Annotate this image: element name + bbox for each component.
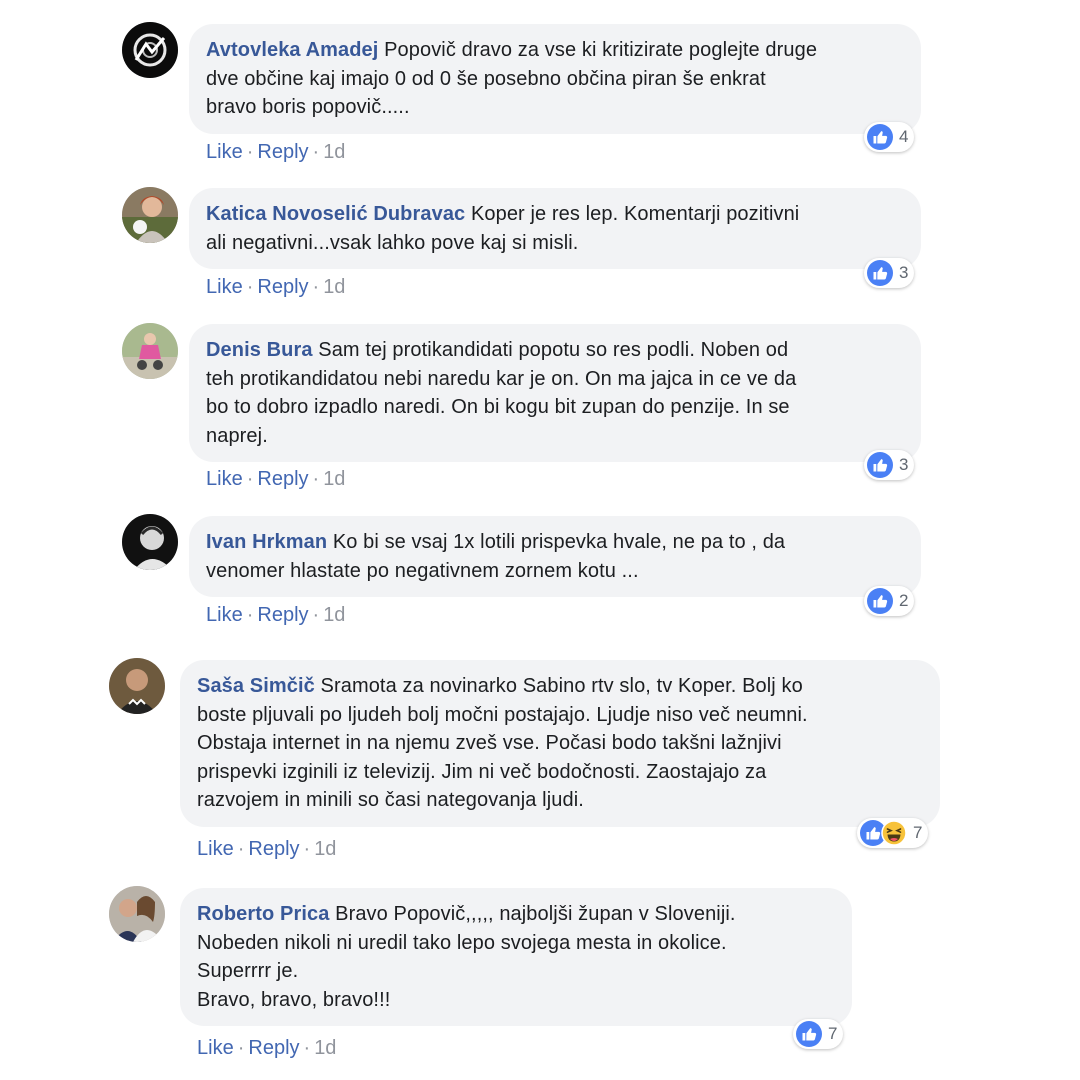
comment-bubble: Avtovleka Amadej Popovič dravo za vse ki… (189, 24, 921, 134)
separator: · (246, 604, 254, 626)
separator: · (312, 276, 320, 298)
comment-bubble: Roberto Prica Bravo Popovič,,,,, najbolj… (180, 888, 852, 1026)
reply-link[interactable]: Reply (257, 604, 308, 626)
timestamp[interactable]: 1d (323, 468, 345, 490)
timestamp[interactable]: 1d (323, 604, 345, 626)
reply-link[interactable]: Reply (257, 141, 308, 163)
avatar[interactable] (122, 323, 178, 379)
separator: · (303, 1037, 311, 1059)
reply-link[interactable]: Reply (257, 276, 308, 298)
like-link[interactable]: Like (206, 276, 243, 298)
comment-author[interactable]: Saša Simčič (197, 675, 315, 697)
avatar[interactable] (122, 22, 178, 78)
separator: · (246, 141, 254, 163)
comment-actions: Like · Reply · 1d (206, 468, 345, 491)
haha-icon (881, 820, 907, 846)
avatar[interactable] (109, 658, 165, 714)
reaction-count: 3 (899, 455, 909, 474)
timestamp[interactable]: 1d (314, 838, 336, 860)
reaction-summary[interactable]: 2 (864, 586, 915, 616)
reaction-count: 3 (899, 263, 909, 282)
avatar-image (122, 187, 178, 243)
comment-bubble: Denis Bura Sam tej protikandidati popotu… (189, 324, 921, 462)
comment-actions: Like · Reply · 1d (206, 276, 345, 299)
separator: · (246, 276, 254, 298)
separator: · (312, 468, 320, 490)
like-link[interactable]: Like (206, 468, 243, 490)
separator: · (312, 141, 320, 163)
comment-actions: Like · Reply · 1d (206, 604, 345, 627)
separator: · (237, 1037, 245, 1059)
comment-actions: Like · Reply · 1d (197, 838, 336, 861)
like-icon (796, 1021, 822, 1047)
avatar[interactable] (122, 514, 178, 570)
comment-author[interactable]: Avtovleka Amadej (206, 39, 378, 61)
like-icon (867, 124, 893, 150)
comment-author[interactable]: Ivan Hrkman (206, 531, 327, 553)
like-icon (867, 452, 893, 478)
avatar-image (122, 323, 178, 379)
separator: · (312, 604, 320, 626)
reaction-count: 4 (899, 127, 909, 146)
avatar-image (109, 658, 165, 714)
reaction-summary[interactable]: 7 (793, 1019, 844, 1049)
reaction-summary[interactable]: 4 (864, 122, 915, 152)
timestamp[interactable]: 1d (323, 141, 345, 163)
avatar[interactable] (109, 886, 165, 942)
timestamp[interactable]: 1d (314, 1037, 336, 1059)
like-link[interactable]: Like (197, 1037, 234, 1059)
timestamp[interactable]: 1d (323, 276, 345, 298)
avatar-image (122, 514, 178, 570)
reaction-summary[interactable]: 3 (864, 450, 915, 480)
comment-actions: Like · Reply · 1d (197, 1037, 336, 1060)
reaction-count: 2 (899, 591, 909, 610)
reply-link[interactable]: Reply (248, 838, 299, 860)
reply-link[interactable]: Reply (248, 1037, 299, 1059)
like-icon (867, 588, 893, 614)
comment-actions: Like · Reply · 1d (206, 141, 345, 164)
comment-bubble: Ivan Hrkman Ko bi se vsaj 1x lotili pris… (189, 516, 921, 597)
reply-link[interactable]: Reply (257, 468, 308, 490)
like-link[interactable]: Like (197, 838, 234, 860)
like-icon (867, 260, 893, 286)
avatar[interactable] (122, 187, 178, 243)
reaction-count: 7 (828, 1024, 838, 1043)
like-link[interactable]: Like (206, 604, 243, 626)
comment-author[interactable]: Roberto Prica (197, 903, 329, 925)
comment-bubble: Katica Novoselić Dubravac Koper je res l… (189, 188, 921, 269)
separator: · (246, 468, 254, 490)
comment-author[interactable]: Katica Novoselić Dubravac (206, 203, 465, 225)
separator: · (303, 838, 311, 860)
reaction-summary[interactable]: 3 (864, 258, 915, 288)
separator: · (237, 838, 245, 860)
reaction-count: 7 (913, 823, 923, 842)
comment-bubble: Saša Simčič Sramota za novinarko Sabino … (180, 660, 940, 827)
avatar-image (109, 886, 165, 942)
like-link[interactable]: Like (206, 141, 243, 163)
comment-author[interactable]: Denis Bura (206, 339, 313, 361)
avatar-image (122, 22, 178, 78)
reaction-summary[interactable]: 7 (857, 818, 929, 848)
